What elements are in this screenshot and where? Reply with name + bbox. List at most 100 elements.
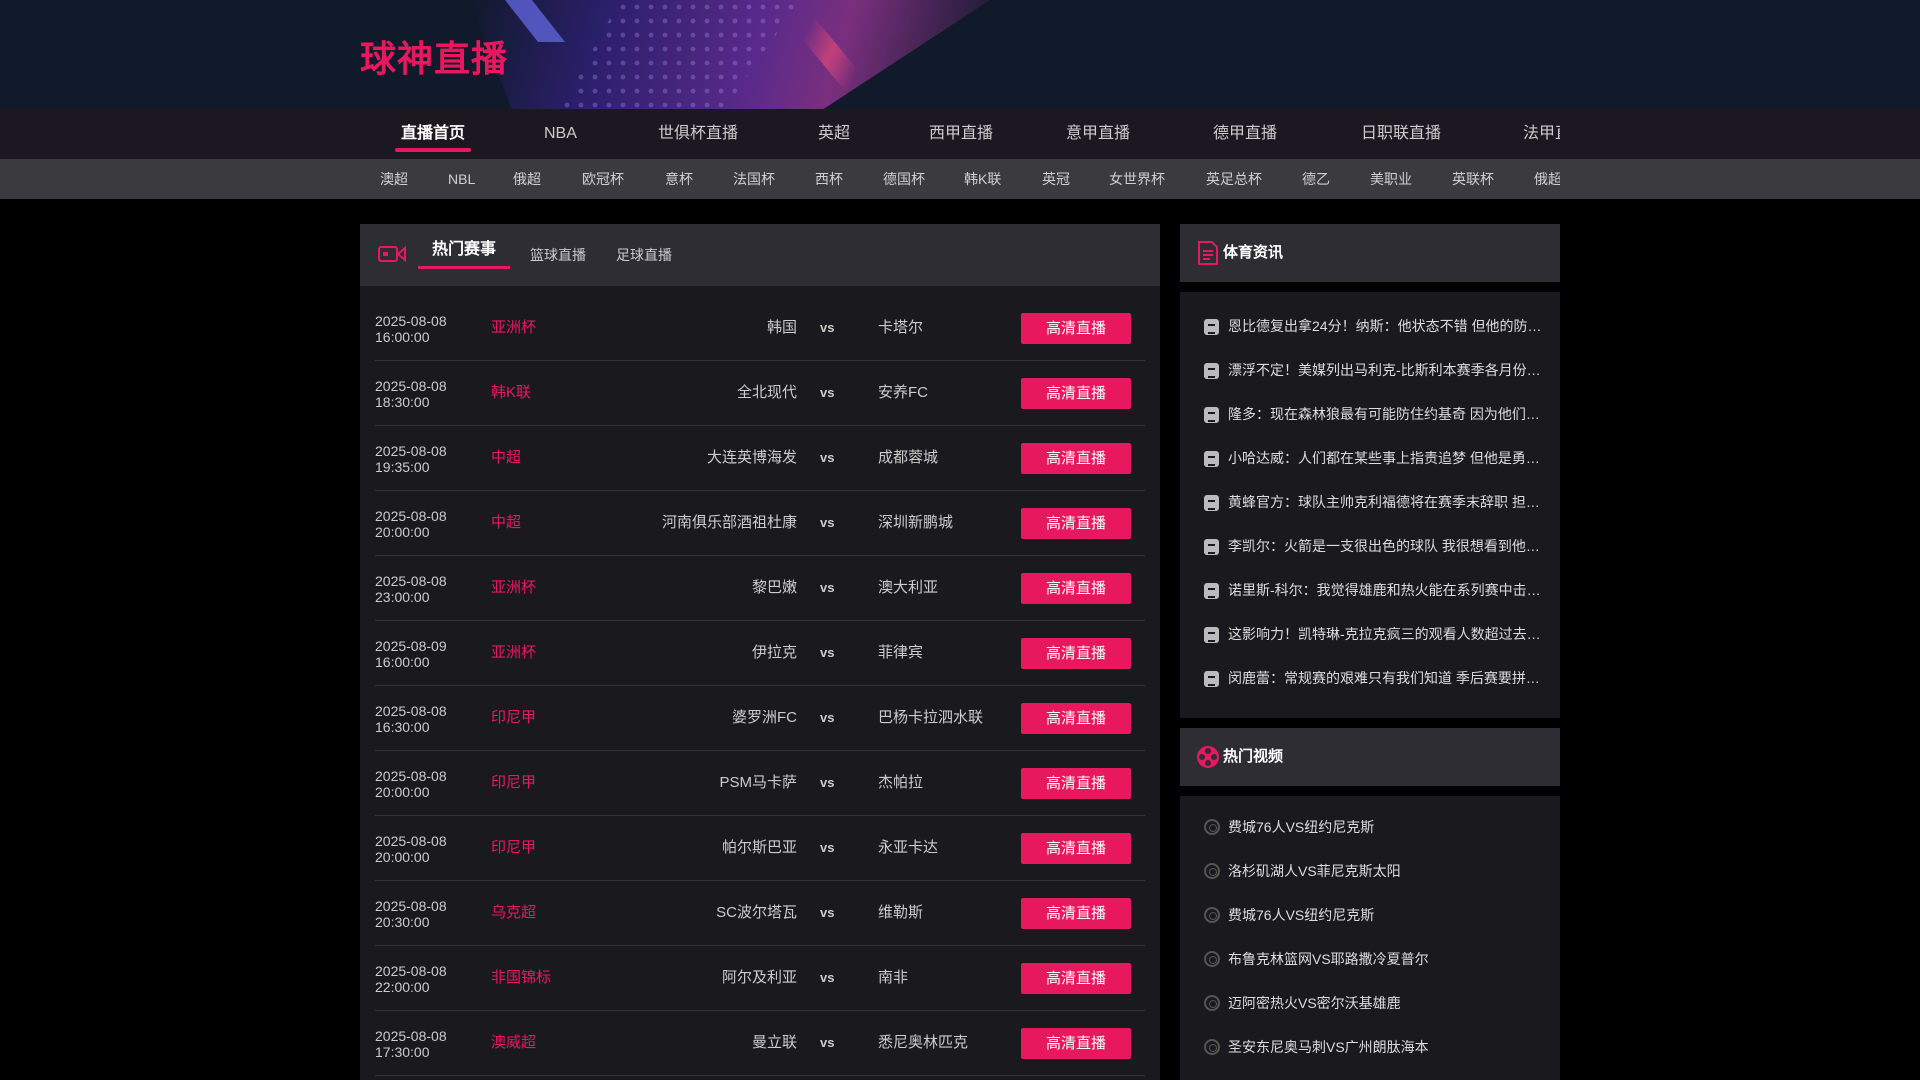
news-item[interactable]: 黄蜂官方：球队主帅克利福德将在赛季末辞职 担任球队顾问: [1204, 491, 1544, 513]
hd-live-button[interactable]: 高清直播: [1021, 573, 1131, 604]
match-away-team: 澳大利亚: [878, 579, 939, 596]
sub-nav-item[interactable]: 澳超: [380, 159, 408, 199]
hd-live-button[interactable]: 高清直播: [1021, 638, 1131, 669]
camera-icon: [378, 245, 406, 263]
match-row: 2025-08-08 20:00:00 印尼甲 PSM马卡萨 vs 杰帕拉 高清直播: [375, 751, 1145, 816]
sub-nav-item[interactable]: 欧冠杯: [582, 159, 624, 199]
sub-nav-item[interactable]: 法国杯: [733, 159, 775, 199]
match-vs: vs: [820, 645, 835, 660]
news-item-title[interactable]: 恩比德复出拿24分！纳斯：他状态不错 但他的防守还需要提升: [1228, 315, 1544, 337]
video-item[interactable]: 布鲁克林篮网VS耶路撒冷夏普尔: [1204, 948, 1544, 970]
match-away-team: 深圳新鹏城: [878, 514, 954, 531]
news-item[interactable]: 隆多：现在森林狼最有可能防住约基奇 因为他们有戈贝尔: [1204, 403, 1544, 425]
main-nav-item[interactable]: 日职联直播: [1361, 109, 1441, 159]
tab-football[interactable]: 足球直播: [616, 224, 672, 286]
sub-nav-item[interactable]: 英足总杯: [1206, 159, 1262, 199]
video-item-title[interactable]: 费城76人VS纽约尼克斯: [1228, 904, 1544, 926]
match-row: 2025-08-09 16:00:00 亚洲杯 伊拉克 vs 菲律宾 高清直播: [375, 621, 1145, 686]
match-date: 2025-08-08: [375, 768, 447, 784]
video-item[interactable]: 圣安东尼奥马刺VS广州朗肽海本: [1204, 1036, 1544, 1058]
news-item[interactable]: 小哈达威：人们都在某些事上指责追梦 但他是勇士的核心: [1204, 447, 1544, 469]
news-item-title[interactable]: 诺里斯-科尔：我觉得雄鹿和热火能在系列赛中击败对手: [1228, 579, 1544, 601]
video-item-title[interactable]: 圣安东尼奥马刺VS广州朗肽海本: [1228, 1036, 1544, 1058]
tab-basketball[interactable]: 篮球直播: [530, 224, 586, 286]
video-item-title[interactable]: 洛杉矶湖人VS菲尼克斯太阳: [1228, 860, 1544, 882]
news-item-title[interactable]: 闵鹿蕾：常规赛的艰难只有我们知道 季后赛要拼尽全力: [1228, 667, 1544, 689]
sub-nav-item[interactable]: 意杯: [665, 159, 693, 199]
sub-nav-item[interactable]: 德乙: [1302, 159, 1330, 199]
match-away-team: 菲律宾: [878, 644, 924, 661]
news-item[interactable]: 闵鹿蕾：常规赛的艰难只有我们知道 季后赛要拼尽全力: [1204, 667, 1544, 689]
sub-nav-item[interactable]: 西杯: [815, 159, 843, 199]
hd-live-button[interactable]: 高清直播: [1021, 1028, 1131, 1059]
match-time: 20:30:00: [375, 914, 430, 930]
match-vs: vs: [820, 710, 835, 725]
video-item-title[interactable]: 费城76人VS纽约尼克斯: [1228, 816, 1544, 838]
hd-live-button[interactable]: 高清直播: [1021, 703, 1131, 734]
match-away-team: 永亚卡达: [878, 839, 939, 856]
match-date: 2025-08-09: [375, 638, 447, 654]
main-nav-item[interactable]: 西甲直播: [929, 109, 993, 159]
sub-nav-item[interactable]: 德国杯: [883, 159, 925, 199]
match-home-team: 大连英博海发: [706, 449, 797, 466]
main-nav-item[interactable]: 法甲直播: [1523, 109, 1560, 159]
news-item-title[interactable]: 小哈达威：人们都在某些事上指责追梦 但他是勇士的核心: [1228, 447, 1544, 469]
match-time: 19:35:00: [375, 459, 430, 475]
doc-icon: [1204, 627, 1219, 643]
hd-live-button[interactable]: 高清直播: [1021, 443, 1131, 474]
match-league[interactable]: 中超: [491, 491, 521, 555]
video-item[interactable]: 费城76人VS纽约尼克斯: [1204, 904, 1544, 926]
news-item[interactable]: 这影响力！凯特琳-克拉克疯三的观看人数超过去年男篮决赛: [1204, 623, 1544, 645]
video-item[interactable]: 迈阿密热火VS密尔沃基雄鹿: [1204, 992, 1544, 1014]
sub-nav-item[interactable]: 美职业: [1370, 159, 1412, 199]
news-item[interactable]: 恩比德复出拿24分！纳斯：他状态不错 但他的防守还需要提升: [1204, 315, 1544, 337]
sub-nav-item[interactable]: 俄超: [513, 159, 541, 199]
sub-nav-item[interactable]: 英冠: [1042, 159, 1070, 199]
hd-live-button[interactable]: 高清直播: [1021, 378, 1131, 409]
tab-hot[interactable]: 热门赛事: [417, 224, 511, 286]
match-vs: vs: [820, 515, 835, 530]
main-nav-item[interactable]: 意甲直播: [1066, 109, 1130, 159]
video-item[interactable]: 费城76人VS纽约尼克斯: [1204, 816, 1544, 838]
sub-nav-item[interactable]: NBL: [448, 159, 475, 199]
main-nav: 直播首页 NBA 世俱杯直播 英超 西甲直播 意甲直播 德甲直播 日职联直播 法甲直播: [0, 109, 1920, 159]
main-nav-item[interactable]: NBA: [544, 109, 577, 159]
doc-icon: [1204, 539, 1219, 555]
hd-live-button[interactable]: 高清直播: [1021, 898, 1131, 929]
video-item-title[interactable]: 布鲁克林篮网VS耶路撒冷夏普尔: [1228, 948, 1544, 970]
news-item-title[interactable]: 漂浮不定！美媒列出马利克-比斯利本赛季各月份三分命中率: [1228, 359, 1544, 381]
hd-live-button[interactable]: 高清直播: [1021, 313, 1131, 344]
news-item[interactable]: 漂浮不定！美媒列出马利克-比斯利本赛季各月份三分命中率: [1204, 359, 1544, 381]
sub-nav-item[interactable]: 韩K联: [964, 159, 1001, 199]
match-vs: vs: [820, 320, 835, 335]
main-nav-item[interactable]: 世俱杯直播: [658, 109, 738, 159]
news-item-title[interactable]: 这影响力！凯特琳-克拉克疯三的观看人数超过去年男篮决赛: [1228, 623, 1544, 645]
news-item[interactable]: 李凯尔：火箭是一支很出色的球队 我很想看到他们的成长: [1204, 535, 1544, 557]
match-league[interactable]: 中超: [491, 426, 521, 490]
match-row: 2025-08-08 23:00:00 亚洲杯 黎巴嫩 vs 澳大利亚 高清直播: [375, 556, 1145, 621]
doc-icon: [1204, 671, 1219, 687]
main-nav-item[interactable]: 德甲直播: [1213, 109, 1277, 159]
match-datetime: 2025-08-08 17:30:00: [375, 1028, 465, 1060]
video-item[interactable]: 洛杉矶湖人VS菲尼克斯太阳: [1204, 860, 1544, 882]
match-vs: vs: [820, 840, 835, 855]
news-item-title[interactable]: 李凯尔：火箭是一支很出色的球队 我很想看到他们的成长: [1228, 535, 1544, 557]
news-item-title[interactable]: 隆多：现在森林狼最有可能防住约基奇 因为他们有戈贝尔: [1228, 403, 1544, 425]
match-date: 2025-08-08: [375, 508, 447, 524]
hd-live-button[interactable]: 高清直播: [1021, 963, 1131, 994]
news-item[interactable]: 诺里斯-科尔：我觉得雄鹿和热火能在系列赛中击败对手: [1204, 579, 1544, 601]
match-vs: vs: [820, 905, 835, 920]
video-item-title[interactable]: 迈阿密热火VS密尔沃基雄鹿: [1228, 992, 1544, 1014]
sub-nav-item[interactable]: 女世界杯: [1109, 159, 1165, 199]
news-item-title[interactable]: 黄蜂官方：球队主帅克利福德将在赛季末辞职 担任球队顾问: [1228, 491, 1544, 513]
hd-live-button[interactable]: 高清直播: [1021, 768, 1131, 799]
sub-nav-item[interactable]: 俄超: [1534, 159, 1560, 199]
site-logo[interactable]: 球神直播: [360, 30, 508, 82]
document-icon: [1198, 241, 1218, 265]
hd-live-button[interactable]: 高清直播: [1021, 508, 1131, 539]
main-nav-item[interactable]: 英超: [818, 109, 850, 159]
sub-nav-item[interactable]: 英联杯: [1452, 159, 1494, 199]
main-nav-item[interactable]: 直播首页: [394, 109, 472, 159]
match-row: 2025-08-08 20:30:00 乌克超 SC波尔塔瓦 vs 维勒斯 高清直播: [375, 881, 1145, 946]
hd-live-button[interactable]: 高清直播: [1021, 833, 1131, 864]
